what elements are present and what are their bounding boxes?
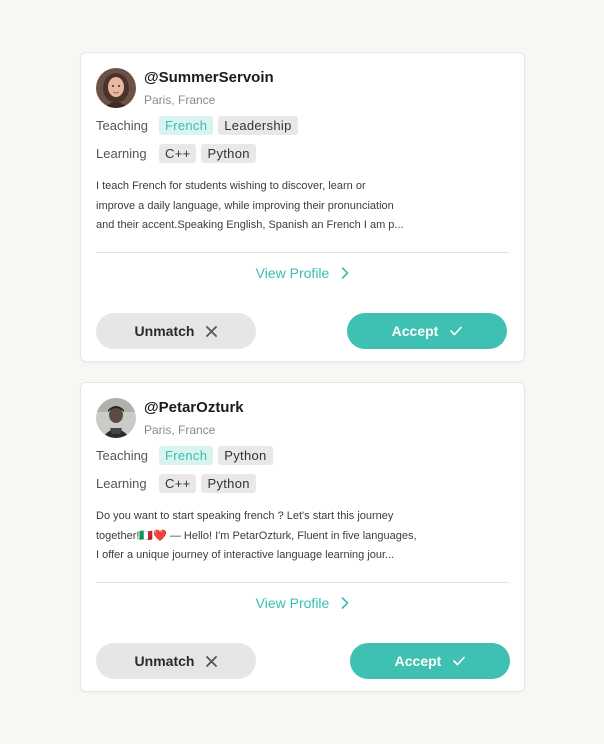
view-profile-link[interactable]: View Profile <box>81 265 524 281</box>
close-icon <box>206 655 218 667</box>
accept-button[interactable]: Accept <box>347 313 507 349</box>
unmatch-label: Unmatch <box>134 323 195 339</box>
divider <box>96 252 509 253</box>
check-icon <box>450 326 463 336</box>
teaching-label: Teaching <box>96 447 149 463</box>
match-card: @PetarOzturk Paris, France Teaching Fren… <box>80 382 525 692</box>
teaching-row: Teaching French Leadership <box>96 115 303 135</box>
description-line: and their accent.Speaking English, Spani… <box>96 219 404 231</box>
teaching-label: Teaching <box>96 117 149 133</box>
chevron-right-icon <box>342 597 349 609</box>
description-line: improve a daily language, while improvin… <box>96 199 394 212</box>
username[interactable]: @SummerServoin <box>144 69 274 86</box>
unmatch-button[interactable]: Unmatch <box>96 313 256 349</box>
unmatch-button[interactable]: Unmatch <box>96 643 256 679</box>
learning-row: Learning C++ Python <box>96 473 261 493</box>
teaching-tag: Python <box>218 445 273 465</box>
location: Paris, France <box>144 93 216 107</box>
description-line: Do you want to start speaking french ? L… <box>96 510 394 522</box>
teaching-row: Teaching French Python <box>96 445 278 465</box>
teaching-tag: French <box>159 115 214 135</box>
learning-label: Learning <box>96 145 147 161</box>
chevron-right-icon <box>342 267 349 279</box>
close-icon <box>206 325 218 337</box>
teaching-tag: French <box>159 445 214 465</box>
view-profile-label: View Profile <box>255 595 330 611</box>
avatar[interactable] <box>96 68 136 108</box>
description-line: I offer a unique journey of interactive … <box>96 549 395 561</box>
learning-tag: Python <box>201 143 256 163</box>
avatar-photo-woman-icon <box>96 68 136 108</box>
match-card: @SummerServoin Paris, France Teaching Fr… <box>80 52 525 362</box>
avatar[interactable] <box>96 398 136 438</box>
accept-button[interactable]: Accept <box>350 643 510 679</box>
learning-tag: Python <box>201 473 256 493</box>
profile-description: I teach French for students wishing to d… <box>96 177 441 236</box>
unmatch-label: Unmatch <box>134 653 195 669</box>
learning-tag: C++ <box>159 143 197 163</box>
view-profile-label: View Profile <box>255 265 330 281</box>
avatar-photo-man-icon <box>96 398 136 438</box>
username[interactable]: @PetarOzturk <box>144 399 244 416</box>
check-icon <box>453 656 466 666</box>
divider <box>96 582 509 583</box>
accept-label: Accept <box>394 653 442 669</box>
profile-description: Do you want to start speaking french ? L… <box>96 507 441 566</box>
teaching-tag: Leadership <box>218 115 298 135</box>
description-line: I teach French for students wishing to d… <box>96 180 366 192</box>
location: Paris, France <box>144 423 216 437</box>
accept-label: Accept <box>391 323 439 339</box>
view-profile-link[interactable]: View Profile <box>81 595 524 611</box>
description-line: together!🇮🇹❤️ — Hello! I'm PetarOzturk, … <box>96 529 417 542</box>
learning-label: Learning <box>96 475 147 491</box>
learning-tag: C++ <box>159 473 197 493</box>
learning-row: Learning C++ Python <box>96 143 261 163</box>
